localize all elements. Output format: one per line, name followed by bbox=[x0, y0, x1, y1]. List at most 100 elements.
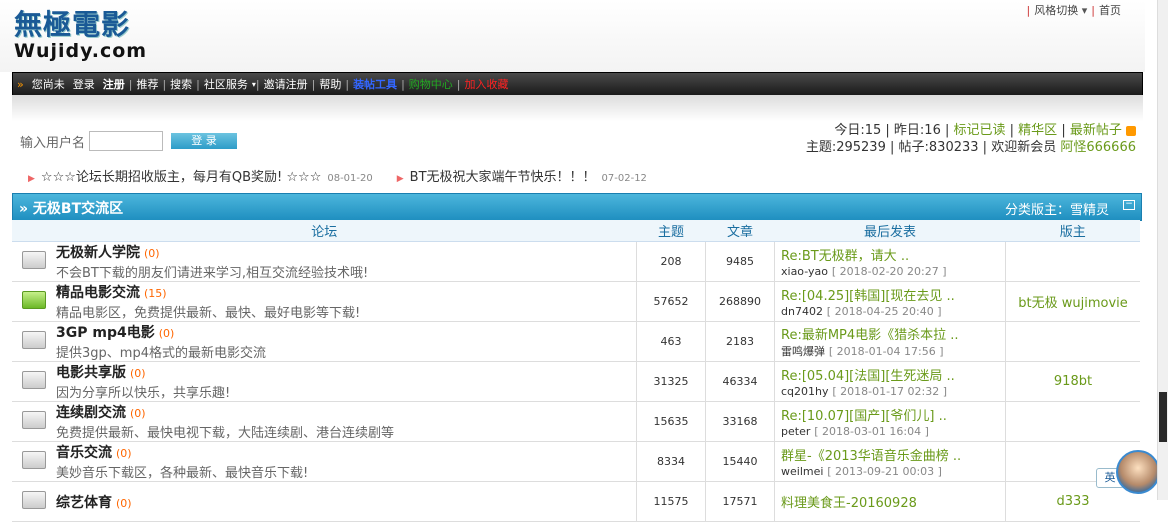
col-forum: 论坛 bbox=[12, 220, 637, 242]
mark-read-link[interactable]: 标记已读 bbox=[954, 123, 1006, 138]
digest-link[interactable]: 精华区 bbox=[1018, 123, 1057, 138]
folder-icon bbox=[22, 371, 46, 389]
login-form: 输入用户名 登 录 bbox=[20, 131, 238, 151]
triangle-icon: ▶ bbox=[28, 174, 35, 184]
last-post-cell: Re:BT无极群，请大 .. xiao-yao [ 2018-02-20 20:2… bbox=[774, 241, 1006, 282]
topic-count: 11575 bbox=[636, 481, 706, 522]
rss-icon[interactable] bbox=[1126, 125, 1136, 136]
forum-table: 论坛 主题 文章 最后发表 版主 无极新人学院 (0) 不会BT下载的朋友们请进来学… bbox=[12, 220, 1140, 522]
forum-today-count: (0) bbox=[144, 247, 160, 260]
post-count: 9485 bbox=[705, 241, 775, 282]
folder-icon bbox=[22, 491, 46, 509]
announcement-item[interactable]: ▶ ☆☆☆论坛长期招收版主，每月有QB奖励! ☆☆☆ 08-01-20 bbox=[28, 166, 373, 185]
username-input[interactable] bbox=[89, 131, 164, 151]
last-post-title[interactable]: Re:[05.04][法国][生死迷局 .. bbox=[781, 365, 1005, 384]
table-header: 论坛 主题 文章 最后发表 版主 bbox=[12, 220, 1140, 242]
last-post-user[interactable]: cq201hy bbox=[781, 385, 829, 398]
nav-shop[interactable]: 购物中心 bbox=[405, 76, 457, 92]
forum-cell: 电影共享版 (0) 因为分享所以快乐，共享乐趣! bbox=[56, 361, 637, 402]
last-post-title[interactable]: Re:[10.07][国产][爷们儿] .. bbox=[781, 405, 1005, 424]
last-post-date: [ 2018-03-01 16:04 ] bbox=[814, 425, 929, 438]
nav-invite[interactable]: 邀请注册 bbox=[260, 76, 312, 92]
forum-cell: 无极新人学院 (0) 不会BT下载的朋友们请进来学习,相互交流经验技术哦! bbox=[56, 241, 637, 282]
style-switch-link[interactable]: 风格切换 bbox=[1034, 4, 1078, 17]
triangle-icon: ▶ bbox=[396, 174, 404, 184]
main-nav: » 您尚未 登录 注册 | 推荐 | 搜索 | 社区服务 ▾ | 邀请注册 | 帮助 | 装帖… bbox=[12, 72, 1143, 96]
forum-status-icon bbox=[12, 321, 56, 362]
forum-today-count: (0) bbox=[130, 367, 146, 380]
forum-name[interactable]: 连续剧交流 bbox=[56, 405, 126, 421]
topic-count: 208 bbox=[636, 241, 706, 282]
last-post-title[interactable]: 料理美食王-20160928 bbox=[781, 492, 1005, 511]
nav-help[interactable]: 帮助 bbox=[315, 76, 345, 92]
topics-total: 295239 bbox=[836, 140, 886, 155]
forum-stats: 今日:15 | 昨日:16 | 标记已读 | 精华区 | 最新帖子 主题:295… bbox=[805, 123, 1136, 155]
nav-favorite[interactable]: 加入收藏 bbox=[461, 76, 513, 92]
avatar-widget-icon[interactable] bbox=[1116, 450, 1160, 494]
site-logo[interactable]: 無極電影 Wujidy.com bbox=[14, 10, 179, 68]
forum-cell: 综艺体育 (0) bbox=[56, 481, 637, 522]
last-post-title[interactable]: Re:[04.25][韩国][现在去见 .. bbox=[781, 285, 1005, 304]
announcement-item[interactable]: ▶ BT无极祝大家端午节快乐！！！ 07-02-12 bbox=[397, 166, 647, 185]
section-title[interactable]: » 无极BT交流区 bbox=[19, 198, 123, 218]
latest-posts-link[interactable]: 最新帖子 bbox=[1070, 123, 1122, 138]
forum-moderator[interactable] bbox=[1005, 401, 1140, 442]
nav-tools[interactable]: 装帖工具 bbox=[349, 76, 401, 92]
forum-status-icon bbox=[12, 401, 56, 442]
last-post-user[interactable]: 雷鸣爆弹 bbox=[781, 345, 825, 358]
last-post-title[interactable]: 群星-《2013华语音乐金曲榜 .. bbox=[781, 445, 1005, 464]
posts-total: 830233 bbox=[928, 140, 979, 155]
post-count: 17571 bbox=[705, 481, 775, 522]
collapse-icon[interactable]: − bbox=[1123, 200, 1135, 210]
home-link[interactable]: 首页 bbox=[1099, 4, 1121, 17]
login-button[interactable]: 登 录 bbox=[171, 133, 238, 149]
forum-moderator[interactable]: 918bt bbox=[1005, 361, 1140, 402]
last-post-title[interactable]: Re:BT无极群，请大 .. bbox=[781, 245, 1005, 264]
last-post-user[interactable]: weilmei bbox=[781, 465, 823, 478]
last-post-cell: 料理美食王-20160928 bbox=[774, 481, 1006, 522]
forum-today-count: (0) bbox=[158, 327, 175, 340]
folder-icon bbox=[22, 411, 46, 429]
topics-label: 主题: bbox=[805, 140, 837, 155]
yesterday-label: 昨日: bbox=[893, 123, 925, 138]
forum-cell: 音乐交流 (0) 美妙音乐下载区，各种最新、最快音乐下载! bbox=[56, 441, 637, 482]
post-count: 268890 bbox=[705, 281, 775, 322]
forum-desc: 免费提供最新、最快电视下载，大陆连续剧、港台连续剧等 bbox=[56, 426, 395, 441]
last-post-user[interactable]: dn7402 bbox=[781, 305, 823, 318]
forum-today-count: (0) bbox=[130, 407, 146, 420]
nav-community[interactable]: 社区服务 bbox=[200, 76, 252, 92]
header: 無極電影 Wujidy.com | 风格切换 ▾ | 首页 bbox=[0, 0, 1145, 72]
nav-search[interactable]: 搜索 bbox=[166, 76, 196, 92]
posts-label: 帖子: bbox=[898, 140, 929, 155]
forum-name[interactable]: 音乐交流 bbox=[56, 445, 112, 461]
new-member-link[interactable]: 阿怪666666 bbox=[1060, 140, 1136, 155]
forum-today-count: (0) bbox=[116, 447, 132, 460]
yesterday-count: 16 bbox=[924, 123, 941, 138]
nav-recommend[interactable]: 推荐 bbox=[132, 76, 162, 92]
table-row: 精品电影交流 (15) 精品电影区，免费提供最新、最快、最好电影等下载! 57652 2… bbox=[12, 281, 1140, 322]
forum-moderator[interactable] bbox=[1005, 241, 1140, 282]
forum-name[interactable]: 3GP mp4电影 bbox=[56, 325, 155, 341]
last-post-cell: Re:[04.25][韩国][现在去见 .. dn7402 [ 2018-04-2… bbox=[774, 281, 1006, 322]
last-post-user[interactable]: xiao-yao bbox=[781, 265, 828, 278]
forum-name[interactable]: 综艺体育 bbox=[56, 495, 112, 511]
nav-register[interactable]: 注册 bbox=[99, 76, 129, 92]
forum-name[interactable]: 电影共享版 bbox=[56, 365, 126, 381]
folder-icon bbox=[22, 251, 46, 269]
topic-count: 57652 bbox=[636, 281, 706, 322]
forum-today-count: (15) bbox=[144, 287, 167, 300]
col-posts: 文章 bbox=[705, 220, 775, 242]
forum-cell: 精品电影交流 (15) 精品电影区，免费提供最新、最快、最好电影等下载! bbox=[56, 281, 637, 322]
scrollbar-thumb[interactable] bbox=[1159, 392, 1167, 442]
forum-name[interactable]: 精品电影交流 bbox=[56, 285, 140, 301]
forum-moderator[interactable]: bt无极 wujimovie bbox=[1005, 281, 1140, 322]
forum-name[interactable]: 无极新人学院 bbox=[56, 245, 140, 261]
topic-count: 8334 bbox=[636, 441, 706, 482]
last-post-user[interactable]: peter bbox=[781, 425, 810, 438]
last-post-title[interactable]: Re:最新MP4电影《猎杀本拉 .. bbox=[781, 324, 1005, 343]
today-count: 15 bbox=[864, 123, 882, 138]
forum-status-icon bbox=[12, 441, 56, 482]
forum-moderator[interactable] bbox=[1005, 321, 1140, 362]
nav-login[interactable]: 登录 bbox=[69, 76, 99, 92]
scrollbar[interactable] bbox=[1157, 0, 1168, 500]
